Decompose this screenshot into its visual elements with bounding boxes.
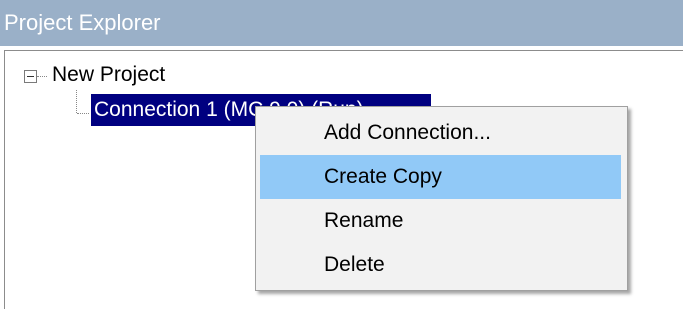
tree-connector-line [77, 113, 89, 115]
panel-title: Project Explorer [0, 0, 683, 46]
tree-node-new-project[interactable]: New Project [52, 60, 165, 90]
menu-item-add-connection[interactable]: Add Connection... [260, 111, 621, 155]
context-menu: Add Connection... Create Copy Rename Del… [255, 106, 628, 291]
tree-connector-line [76, 90, 78, 113]
collapse-toggle-icon[interactable] [24, 70, 37, 83]
menu-item-rename[interactable]: Rename [260, 199, 621, 243]
menu-item-create-copy[interactable]: Create Copy [260, 155, 621, 199]
tree-connector-line [37, 76, 47, 78]
menu-item-delete[interactable]: Delete [260, 243, 621, 287]
